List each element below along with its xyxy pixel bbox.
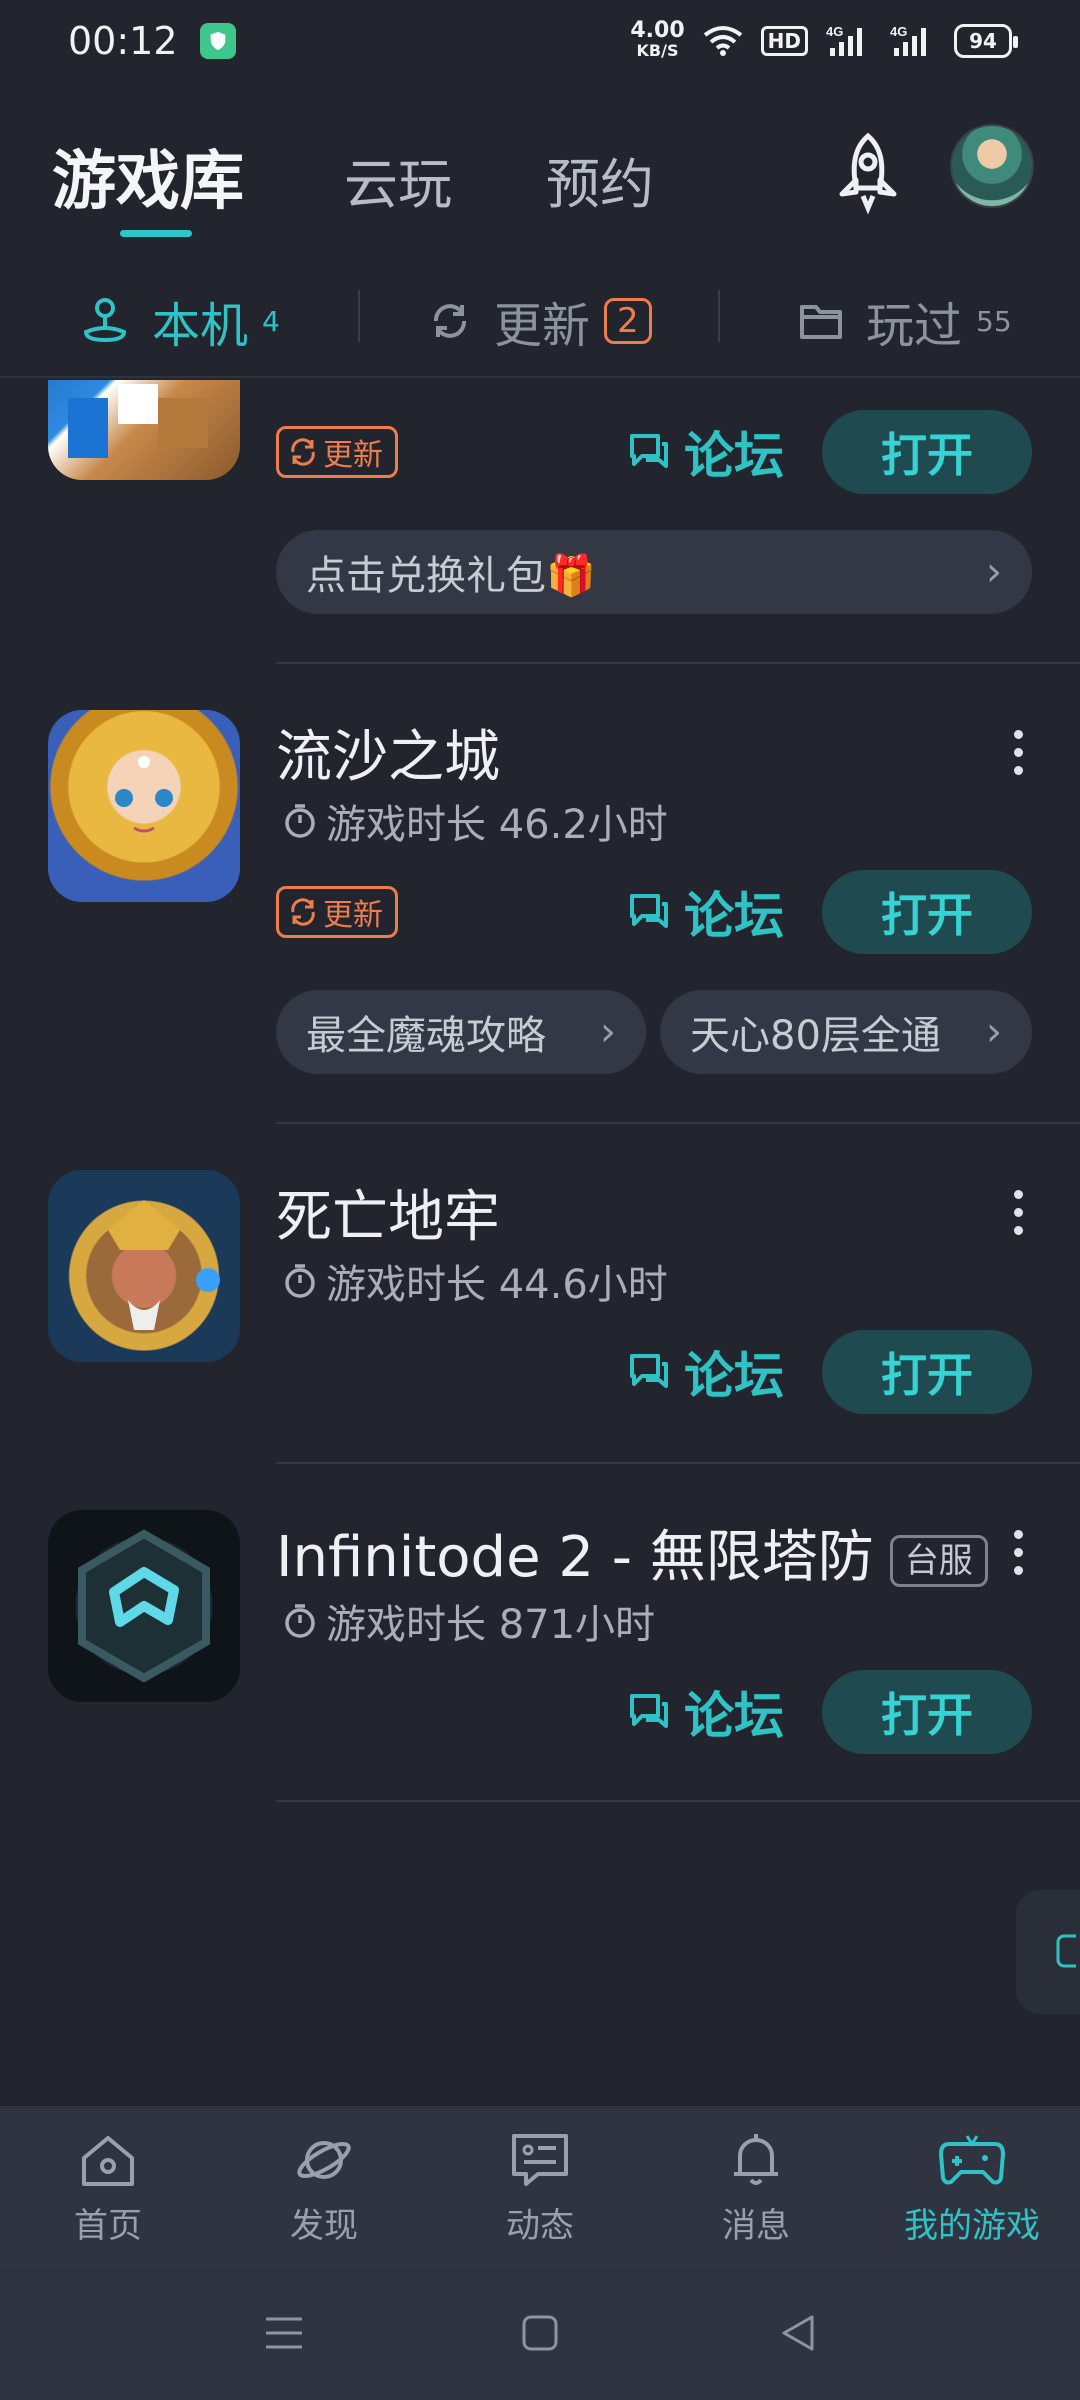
refresh-icon: [291, 438, 315, 466]
timer-icon: [285, 1264, 315, 1298]
gamepad-icon: [939, 2134, 1005, 2184]
timer-icon: [285, 1604, 315, 1638]
timer-icon: [285, 804, 315, 838]
refresh-icon: [291, 898, 315, 926]
guide-chip[interactable]: 最全魔魂攻略 ›: [276, 990, 646, 1074]
floating-download-button[interactable]: [1016, 1890, 1080, 2014]
list-divider: [276, 662, 1080, 664]
bottom-navigation: 首页 发现 动态 消息 我的游戏: [0, 2106, 1080, 2270]
list-divider: [276, 1462, 1080, 1464]
home-icon: [82, 2135, 134, 2186]
chevron-right-icon: ›: [986, 549, 1002, 595]
forum-link[interactable]: 论坛: [626, 1682, 784, 1745]
nav-discover[interactable]: 发现: [216, 2106, 432, 2270]
refresh-icon: [434, 304, 466, 338]
forum-icon: [630, 894, 668, 928]
game-icon[interactable]: [48, 710, 240, 902]
open-game-button[interactable]: 打开: [822, 410, 1032, 494]
library-filter-tabs: 本机 4 更新 2 玩过 55: [0, 268, 1080, 378]
chat-card-icon: [512, 2133, 568, 2186]
forum-link[interactable]: 论坛: [626, 882, 784, 945]
game-icon[interactable]: [48, 380, 240, 480]
chevron-right-icon: ›: [986, 1009, 1002, 1055]
folder-icon: [800, 305, 842, 339]
shield-icon: [199, 23, 236, 59]
active-tab-indicator: [120, 230, 192, 237]
nav-messages[interactable]: 消息: [648, 2106, 864, 2270]
game-list: 更新 论坛 打开 点击兑换礼包🎁 › 流沙之城 游戏时长 46.2小时 更新 论: [0, 380, 1080, 2106]
svg-text:4G: 4G: [890, 24, 907, 39]
wifi-icon: [703, 24, 743, 58]
chevron-right-icon: ›: [600, 1009, 616, 1055]
signal-icon: 4G: [826, 24, 872, 58]
forum-link[interactable]: 论坛: [626, 1342, 784, 1405]
battery-indicator: 94: [954, 24, 1018, 58]
update-tag[interactable]: 更新: [276, 886, 398, 938]
hd-icon: HD: [760, 26, 808, 56]
nav-my-games[interactable]: 我的游戏: [864, 2106, 1080, 2270]
game-icon[interactable]: [48, 1170, 240, 1362]
guide-chip[interactable]: 天心80层全通 ›: [660, 990, 1032, 1074]
signal-4g-text: 4G: [826, 24, 843, 39]
joystick-icon: [83, 298, 127, 343]
forum-icon: [630, 434, 668, 468]
update-tag[interactable]: 更新: [276, 426, 398, 478]
tab-cloud-play[interactable]: 云玩: [344, 140, 452, 219]
tab-game-library[interactable]: 游戏库: [52, 130, 244, 222]
status-time: 00:12: [68, 19, 178, 63]
download-icon: [1056, 1934, 1080, 1968]
tab-reservation[interactable]: 预约: [546, 140, 654, 219]
region-tag: 台服: [889, 1534, 988, 1587]
signal-icon-2: 4G: [890, 24, 936, 58]
open-game-button[interactable]: 打开: [822, 1330, 1032, 1414]
nav-home[interactable]: 首页: [0, 2106, 216, 2270]
nav-feed[interactable]: 动态: [432, 2106, 648, 2270]
subtab-divider: [358, 290, 360, 342]
back-icon[interactable]: [776, 2311, 820, 2355]
list-divider: [276, 1122, 1080, 1124]
more-options-icon[interactable]: [1014, 730, 1026, 784]
game-title[interactable]: 流沙之城: [276, 712, 500, 793]
playtime: 游戏时长 44.6小时: [282, 1252, 668, 1310]
system-navigation-bar: [0, 2270, 1080, 2400]
top-navigation: 游戏库 云玩 预约: [0, 120, 1080, 240]
planet-icon: [297, 2140, 351, 2179]
rocket-icon[interactable]: [830, 130, 906, 216]
bell-icon: [734, 2133, 778, 2185]
forum-icon: [630, 1354, 668, 1388]
forum-link[interactable]: 论坛: [626, 422, 784, 485]
more-options-icon[interactable]: [1014, 1190, 1026, 1244]
open-game-button[interactable]: 打开: [822, 870, 1032, 954]
forum-icon: [630, 1694, 668, 1728]
game-title[interactable]: 死亡地牢: [276, 1172, 500, 1253]
menu-icon[interactable]: [262, 2311, 306, 2355]
subtab-played[interactable]: 玩过 55: [798, 286, 1012, 356]
network-speed: 4.00 KB/S: [630, 18, 685, 61]
game-icon[interactable]: [48, 1510, 240, 1702]
user-avatar[interactable]: [950, 124, 1034, 208]
more-options-icon[interactable]: [1014, 1530, 1026, 1584]
subtab-divider: [718, 290, 720, 342]
gift-redeem-chip[interactable]: 点击兑换礼包🎁 ›: [276, 530, 1032, 614]
open-game-button[interactable]: 打开: [822, 1670, 1032, 1754]
subtab-updates[interactable]: 更新 2: [428, 286, 652, 356]
subtab-local[interactable]: 本机 4: [80, 286, 280, 356]
playtime: 游戏时长 46.2小时: [282, 792, 668, 850]
list-divider: [276, 1800, 1080, 1802]
home-square-icon[interactable]: [518, 2311, 562, 2355]
game-title[interactable]: Infinitode 2 - 無限塔防 台服: [276, 1512, 988, 1593]
playtime: 游戏时长 871小时: [282, 1592, 655, 1650]
status-bar: 00:12 4.00 KB/S HD 4G 4G 94: [0, 0, 1080, 82]
